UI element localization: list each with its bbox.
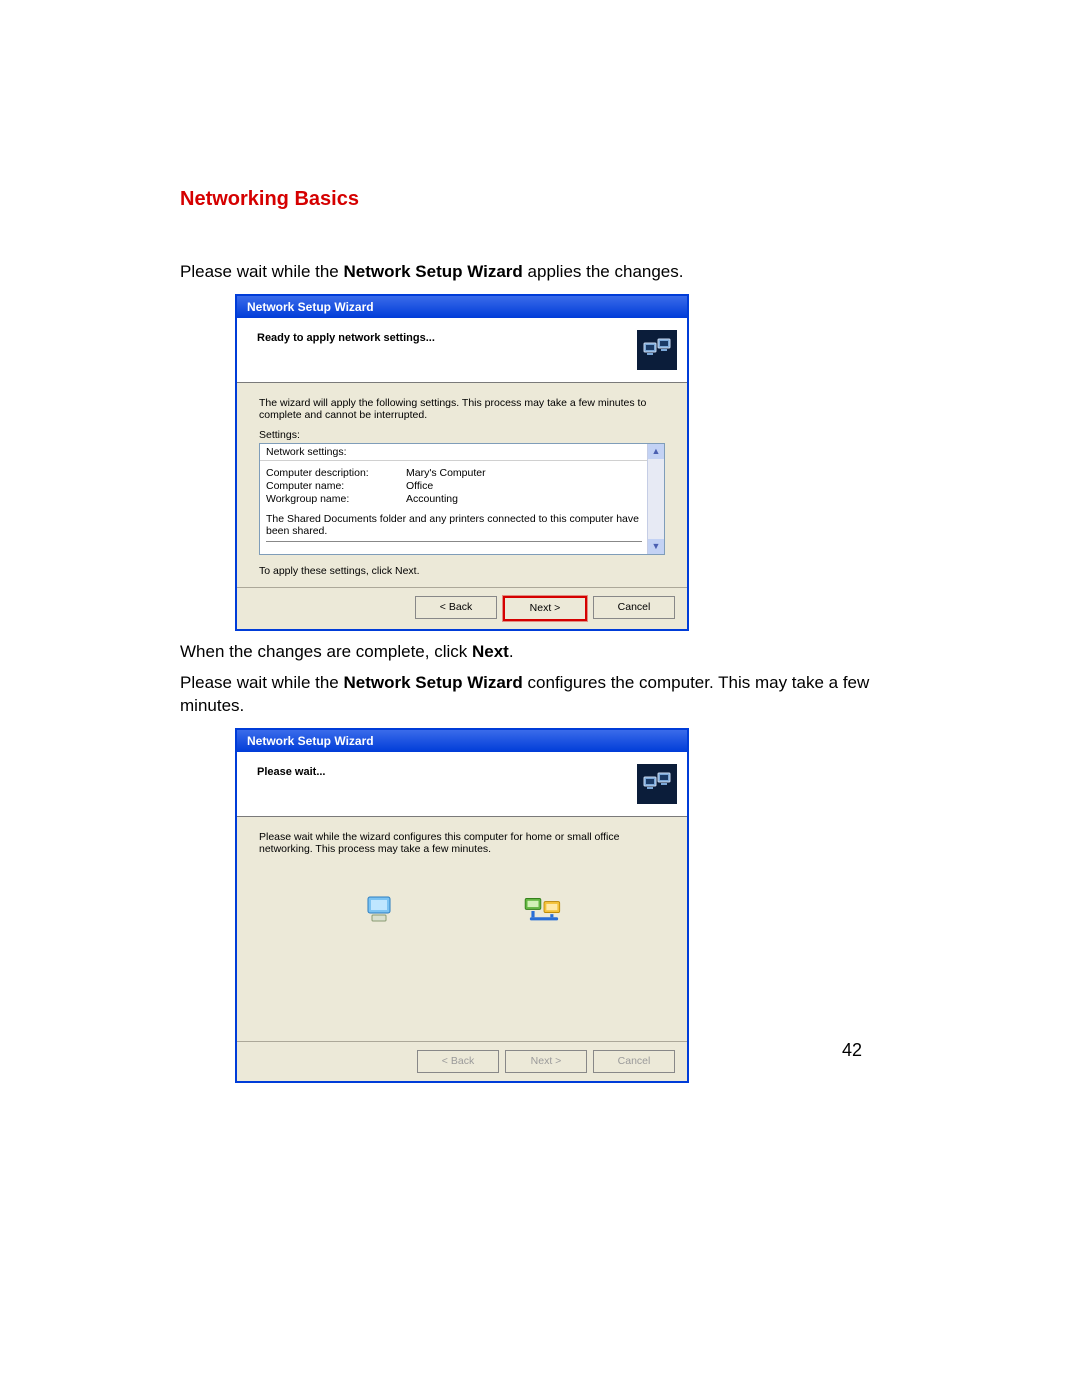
window-title: Network Setup Wizard <box>247 734 374 748</box>
settings-divider <box>266 541 642 542</box>
back-button: < Back <box>417 1050 499 1073</box>
wizard-header: Please wait... <box>237 752 687 817</box>
paragraph-mid2: Please wait while the Network Setup Wiza… <box>180 672 900 718</box>
cancel-button: Cancel <box>593 1050 675 1073</box>
settings-section-header: Network settings: <box>260 444 648 461</box>
label-computer-description: Computer description: <box>266 467 406 479</box>
wizard-description: The wizard will apply the following sett… <box>259 397 665 421</box>
wizard-apply-settings: Network Setup Wizard Ready to apply netw… <box>235 294 689 631</box>
networked-computers-icon <box>522 889 566 933</box>
text-bold: Network Setup Wizard <box>343 262 522 281</box>
text: applies the changes. <box>523 262 684 281</box>
value-computer-description: Mary's Computer <box>406 467 642 479</box>
scrollbar[interactable]: ▲ ▼ <box>647 444 664 554</box>
wizard-content: Please wait while the wizard configures … <box>237 817 687 1041</box>
text-bold: Network Setup Wizard <box>343 673 522 692</box>
wizard-content: The wizard will apply the following sett… <box>237 383 687 587</box>
wizard-header-text: Please wait... <box>257 764 637 804</box>
wizard-header: Ready to apply network settings... <box>237 318 687 383</box>
cancel-button[interactable]: Cancel <box>593 596 675 619</box>
next-button: Next > <box>505 1050 587 1073</box>
text: Please wait while the <box>180 673 343 692</box>
value-computer-name: Office <box>406 480 642 492</box>
text: . <box>509 642 514 661</box>
titlebar: Network Setup Wizard <box>237 730 687 752</box>
wizard-header-text: Ready to apply network settings... <box>257 330 637 370</box>
scroll-up-icon[interactable]: ▲ <box>648 444 664 459</box>
text-bold: Next <box>472 642 509 661</box>
document-page: Networking Basics Please wait while the … <box>180 188 900 1093</box>
value-workgroup-name: Accounting <box>406 493 642 505</box>
paragraph-intro: Please wait while the Network Setup Wiza… <box>180 261 900 284</box>
button-bar: < Back Next > Cancel <box>237 587 687 629</box>
wizard-description: Please wait while the wizard configures … <box>259 831 665 855</box>
progress-animation <box>259 889 665 933</box>
next-button[interactable]: Next > <box>503 596 587 621</box>
paragraph-mid1: When the changes are complete, click Nex… <box>180 641 900 664</box>
settings-listbox: Network settings: Computer description: … <box>259 443 665 555</box>
settings-grid: Computer description: Mary's Computer Co… <box>260 461 648 509</box>
settings-listbox-body: Network settings: Computer description: … <box>260 444 648 554</box>
settings-shared-note: The Shared Documents folder and any prin… <box>260 509 648 539</box>
button-bar: < Back Next > Cancel <box>237 1041 687 1081</box>
window-title: Network Setup Wizard <box>247 300 374 314</box>
wizard-please-wait: Network Setup Wizard Please wait... Plea… <box>235 728 689 1083</box>
section-heading: Networking Basics <box>180 188 900 211</box>
single-computer-icon <box>358 889 402 933</box>
label-computer-name: Computer name: <box>266 480 406 492</box>
titlebar: Network Setup Wizard <box>237 296 687 318</box>
network-computers-icon <box>637 764 677 804</box>
text: Please wait while the <box>180 262 343 281</box>
label-workgroup-name: Workgroup name: <box>266 493 406 505</box>
scroll-down-icon[interactable]: ▼ <box>648 539 664 554</box>
network-computers-icon <box>637 330 677 370</box>
settings-label: Settings: <box>259 429 665 441</box>
text: When the changes are complete, click <box>180 642 472 661</box>
back-button[interactable]: < Back <box>415 596 497 619</box>
apply-note: To apply these settings, click Next. <box>259 565 665 577</box>
page-number: 42 <box>842 1040 862 1061</box>
